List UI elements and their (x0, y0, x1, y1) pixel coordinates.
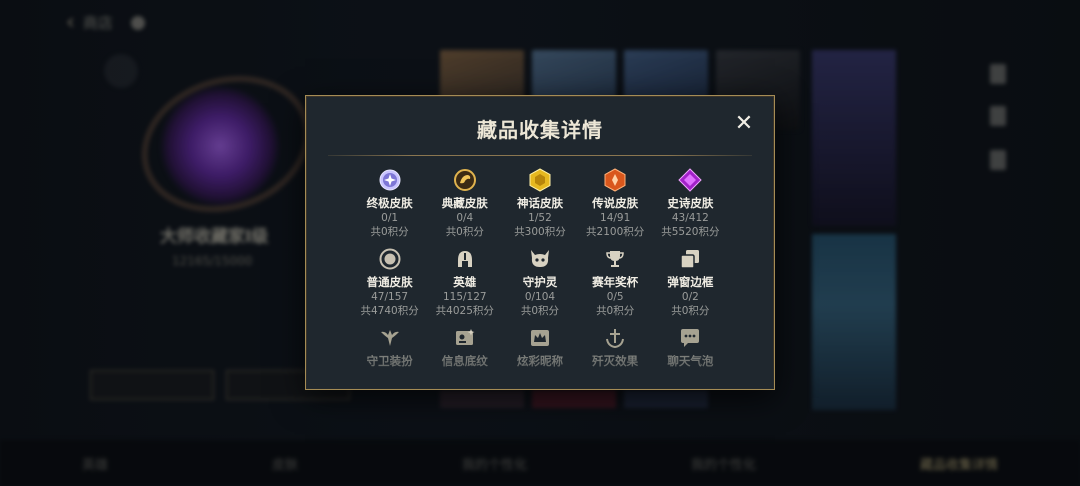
trophy-icon (603, 247, 627, 271)
item-name: 英雄 (453, 275, 477, 289)
normal-skin-icon (378, 247, 402, 271)
mythic-skin-icon (528, 168, 552, 192)
collector-skin-icon (453, 168, 477, 192)
colorful-name-icon (528, 326, 552, 350)
collection-item-trophy: 赛年奖杯 0/5 共0积分 (578, 247, 653, 318)
item-points: 共4740积分 (360, 305, 419, 317)
item-progress: 0/1 (381, 212, 399, 224)
collection-details-modal: 藏品收集详情 ✕ 终极皮肤 0/1 共0积分 典藏皮肤 0/4 共0积分 神话皮… (305, 95, 775, 390)
item-name: 典藏皮肤 (441, 196, 488, 210)
modal-title: 藏品收集详情 (477, 118, 603, 142)
item-name: 神话皮肤 (516, 196, 563, 210)
item-points: 共0积分 (596, 305, 635, 317)
collection-item-ward: 守卫装扮 (352, 326, 427, 369)
close-button[interactable]: ✕ (732, 112, 756, 136)
collection-item-legendary: 传说皮肤 14/91 共2100积分 (578, 168, 653, 239)
chat-bubble-icon (678, 326, 702, 350)
info-background-icon (453, 326, 477, 350)
collection-item-epic: 史诗皮肤 43/412 共5520积分 (653, 168, 728, 239)
collection-item-collector: 典藏皮肤 0/4 共0积分 (427, 168, 502, 239)
item-points: 共0积分 (520, 305, 560, 317)
legendary-skin-icon (603, 168, 627, 192)
item-progress: 0/2 (681, 291, 699, 303)
item-points: 共0积分 (445, 226, 484, 238)
item-name: 史诗皮肤 (667, 196, 714, 210)
collection-item-normal: 普通皮肤 47/157 共4740积分 (352, 247, 427, 318)
title-divider (328, 155, 752, 156)
item-name: 歼灭效果 (592, 354, 639, 368)
item-name: 信息底纹 (441, 354, 488, 368)
collection-item-mythic: 神话皮肤 1/52 共300积分 (502, 168, 577, 239)
item-points: 共0积分 (370, 226, 409, 238)
item-name: 守卫装扮 (366, 354, 413, 368)
item-progress: 0/5 (606, 291, 624, 303)
ward-skin-icon (378, 326, 402, 350)
hero-helmet-icon (453, 247, 477, 271)
collection-item-chat-bubble: 聊天气泡 (653, 326, 728, 369)
annihilation-effect-icon (603, 326, 627, 350)
collection-grid: 终极皮肤 0/1 共0积分 典藏皮肤 0/4 共0积分 神话皮肤 1/52 共3… (352, 168, 728, 369)
collection-item-annihilation: 歼灭效果 (578, 326, 653, 369)
item-name: 终极皮肤 (366, 196, 413, 210)
item-name: 聊天气泡 (667, 354, 714, 368)
item-name: 赛年奖杯 (592, 275, 639, 289)
epic-skin-icon (678, 168, 703, 192)
item-name: 普通皮肤 (366, 275, 413, 289)
item-name: 炫彩昵称 (516, 354, 563, 368)
item-progress: 47/157 (371, 291, 409, 303)
collection-item-ultimate: 终极皮肤 0/1 共0积分 (352, 168, 427, 239)
item-points: 共4025积分 (435, 305, 494, 317)
collection-item-popup-frame: 弹窗边框 0/2 共0积分 (653, 247, 728, 318)
item-progress: 115/127 (442, 291, 487, 303)
item-points: 共5520积分 (661, 226, 720, 238)
popup-frame-icon (678, 247, 702, 271)
item-points: 共2100积分 (586, 226, 645, 238)
ultimate-skin-icon (378, 168, 402, 192)
collection-item-info-bg: 信息底纹 (427, 326, 502, 369)
item-points: 共0积分 (671, 305, 710, 317)
item-points: 共300积分 (514, 226, 566, 238)
item-progress: 43/412 (671, 212, 709, 224)
item-name: 守护灵 (522, 275, 558, 289)
collection-item-hero: 英雄 115/127 共4025积分 (427, 247, 502, 318)
item-name: 传说皮肤 (592, 196, 639, 210)
item-name: 弹窗边框 (667, 275, 714, 289)
item-progress: 0/104 (524, 291, 556, 303)
collection-item-guardian: 守护灵 0/104 共0积分 (502, 247, 577, 318)
collection-item-colorful-name: 炫彩昵称 (502, 326, 577, 369)
item-progress: 1/52 (528, 212, 552, 224)
guardian-icon (528, 247, 552, 271)
item-progress: 0/4 (456, 212, 474, 224)
item-progress: 14/91 (600, 212, 631, 224)
